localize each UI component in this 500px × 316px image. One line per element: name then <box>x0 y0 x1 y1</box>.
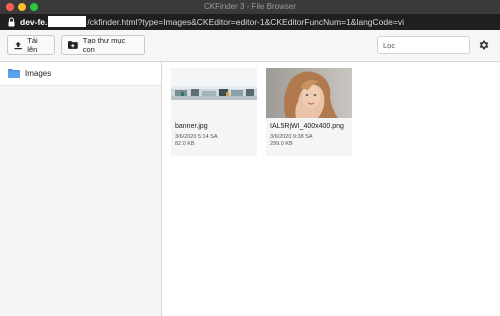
file-size: 82.0 KB <box>175 141 195 147</box>
upload-button[interactable]: Tải lên <box>7 35 55 55</box>
file-thumbnail <box>266 68 352 118</box>
file-list: banner.jpg 3/6/2020 5:14 SA 82.0 KB IAL5… <box>163 62 500 316</box>
file-card[interactable]: IAL5RjWI_400x400.png 3/6/2020 9:38 SA 29… <box>266 68 352 156</box>
upload-icon <box>14 41 22 49</box>
window-title: CKFinder 3 - File Browser <box>203 2 297 11</box>
file-thumbnail <box>171 68 257 118</box>
folder-add-icon <box>68 41 78 49</box>
file-date: 3/6/2020 9:38 SA <box>270 134 313 140</box>
folder-icon <box>8 69 20 78</box>
url-host: dev-fe. <box>20 17 48 27</box>
url-text[interactable]: dev-fe. /ckfinder.html?type=Images&CKEdit… <box>20 14 404 30</box>
address-bar[interactable]: dev-fe. /ckfinder.html?type=Images&CKEdit… <box>0 14 500 30</box>
gear-icon[interactable] <box>478 39 490 51</box>
folder-item-images[interactable]: Images <box>0 62 161 86</box>
new-subfolder-label: Tạo thư mục con <box>82 36 126 54</box>
filter-input[interactable] <box>377 36 470 54</box>
file-card[interactable]: banner.jpg 3/6/2020 5:14 SA 82.0 KB <box>171 68 257 156</box>
file-date: 3/6/2020 5:14 SA <box>175 134 218 140</box>
new-subfolder-button[interactable]: Tạo thư mục con <box>61 35 145 55</box>
title-bar: CKFinder 3 - File Browser <box>0 0 500 14</box>
file-size: 299.0 KB <box>270 141 293 147</box>
browser-window: CKFinder 3 - File Browser dev-fe. /ckfind… <box>0 0 500 316</box>
file-name: IAL5RjWI_400x400.png <box>270 123 344 130</box>
toolbar: Tải lên Tạo thư mục con <box>0 30 500 62</box>
lock-icon <box>8 17 15 27</box>
folder-label: Images <box>25 69 52 78</box>
upload-button-label: Tải lên <box>27 36 38 54</box>
redacted-block <box>48 16 87 27</box>
file-name: banner.jpg <box>175 123 208 130</box>
url-path: /ckfinder.html?type=Images&CKEditor=edit… <box>87 17 404 27</box>
folder-tree: Images <box>0 62 162 316</box>
